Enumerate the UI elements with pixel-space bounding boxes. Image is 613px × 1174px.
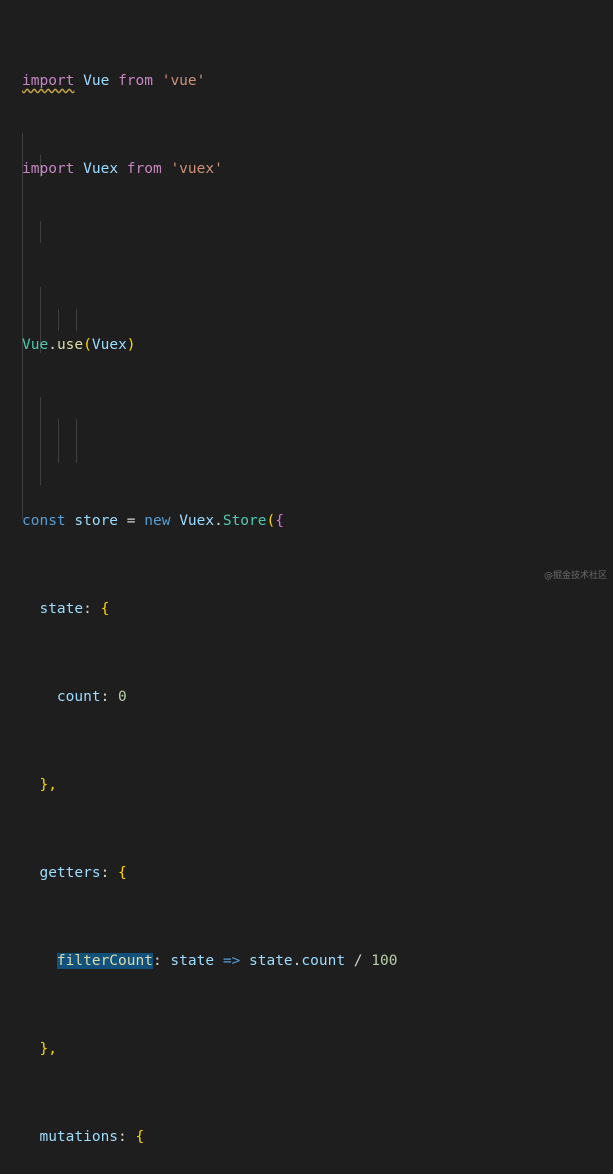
token-from: from [126, 161, 162, 177]
code-line-10[interactable]: getters: { [22, 862, 613, 884]
code-line-4[interactable]: Vue.use(Vuex) [22, 334, 613, 356]
token-import: import [22, 73, 75, 89]
token-colon: : [100, 689, 110, 705]
token-close-state: }, [39, 777, 57, 793]
token-vue-object: Vue [22, 337, 49, 353]
token-getters-key: getters [39, 865, 101, 881]
token-const: const [22, 513, 66, 529]
token-state-param: state [170, 953, 215, 969]
token-count-value: 0 [118, 689, 127, 705]
token-arrow: => [222, 953, 241, 969]
token-paren-open: ( [266, 513, 276, 529]
token-use-method: use [56, 337, 84, 353]
token-close-getters: }, [39, 1041, 57, 1057]
token-brace-open: { [100, 601, 110, 617]
code-line-1[interactable]: import Vue from 'vue' [22, 70, 613, 92]
token-module-vue: 'vue' [161, 73, 206, 89]
code-line-5-blank[interactable] [22, 422, 613, 444]
token-vuex-ns: Vuex [179, 513, 215, 529]
code-line-3-blank[interactable] [22, 246, 613, 268]
code-line-9[interactable]: }, [22, 774, 613, 796]
token-state-obj: state [249, 953, 293, 969]
token-from: from [118, 73, 153, 89]
token-import: import [22, 161, 75, 177]
token-paren-open: ( [83, 337, 92, 353]
code-line-8[interactable]: count: 0 [22, 686, 613, 708]
token-hundred: 100 [371, 953, 398, 969]
code-line-7[interactable]: state: { [22, 598, 613, 620]
token-state-key: state [39, 601, 84, 617]
code-content[interactable]: import Vue from 'vue' import Vuex from '… [0, 4, 613, 1174]
code-line-11[interactable]: filterCount: state => state.count / 100 [22, 950, 613, 972]
token-vue: Vue [83, 73, 110, 89]
token-colon: : [118, 1129, 127, 1145]
code-editor[interactable]: import Vue from 'vue' import Vuex from '… [0, 0, 613, 1145]
token-filtercount-key-selected[interactable]: filterCount [56, 953, 153, 969]
token-new: new [144, 513, 171, 529]
token-colon: : [100, 865, 110, 881]
code-line-13[interactable]: mutations: { [22, 1126, 613, 1148]
token-count-prop: count [301, 953, 346, 969]
token-dot: . [48, 337, 57, 353]
watermark-text: @掘金技术社区 [543, 571, 607, 581]
token-brace-open: { [275, 513, 284, 529]
token-store-class: Store [222, 513, 267, 529]
token-divide: / [353, 953, 363, 969]
token-count-key: count [56, 689, 101, 705]
token-store-name: store [74, 513, 119, 529]
token-module-vuex: 'vuex' [170, 161, 223, 177]
token-vuex-arg: Vuex [91, 337, 127, 353]
token-dot: . [292, 953, 302, 969]
token-vuex: Vuex [83, 161, 119, 177]
token-colon: : [152, 953, 162, 969]
code-line-6[interactable]: const store = new Vuex.Store({ [22, 510, 613, 532]
code-line-12[interactable]: }, [22, 1038, 613, 1060]
token-equals: = [126, 513, 136, 529]
token-brace-open: { [135, 1129, 145, 1145]
token-paren-close: ) [126, 337, 136, 353]
token-mutations-key: mutations [39, 1129, 119, 1145]
code-line-2[interactable]: import Vuex from 'vuex' [22, 158, 613, 180]
token-brace-open: { [118, 865, 127, 881]
token-dot: . [214, 513, 223, 529]
token-colon: : [83, 601, 92, 617]
